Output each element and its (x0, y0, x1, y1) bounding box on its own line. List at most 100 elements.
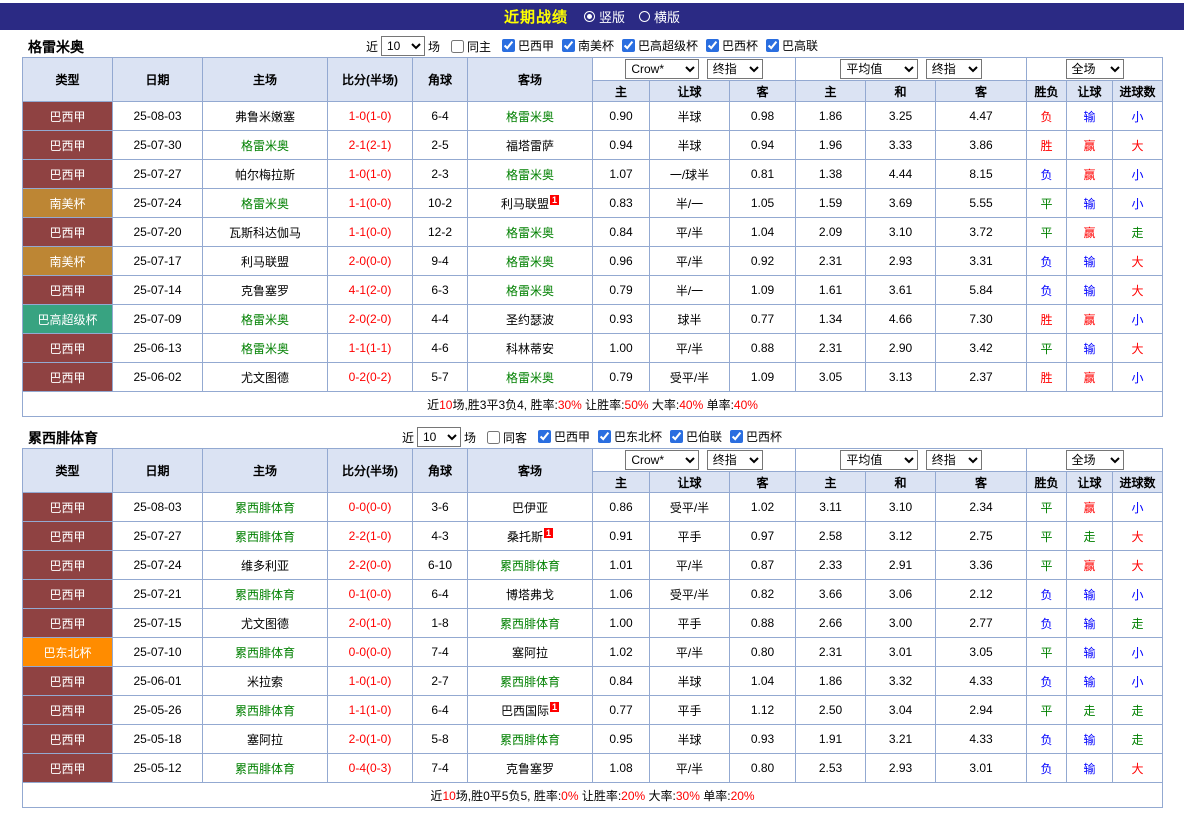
result-text: 赢 (1084, 501, 1096, 515)
date-cell: 25-07-17 (113, 247, 203, 276)
avg-home-cell: 2.66 (796, 609, 866, 638)
avg-time-select[interactable]: 终指 (926, 59, 982, 79)
result-cell: 平 (1027, 551, 1067, 580)
radio-horizontal-label: 横版 (654, 7, 680, 26)
league-checkbox[interactable] (730, 430, 743, 443)
league-cell: 巴西甲 (23, 725, 113, 754)
result-text: 输 (1084, 284, 1096, 298)
odds-handicap-cell: 受平/半 (650, 580, 730, 609)
league-checkbox[interactable] (670, 430, 683, 443)
home-team-cell: 格雷米奥 (203, 189, 328, 218)
near-label: 近 (402, 429, 414, 446)
goals-result-cell: 走 (1113, 725, 1163, 754)
team-text: 塞阿拉 (512, 646, 548, 660)
result-cell: 负 (1027, 754, 1067, 783)
odds-time-select[interactable]: 终指 (707, 450, 763, 470)
league-checkbox[interactable] (706, 39, 719, 52)
handicap-result-cell: 赢 (1067, 218, 1113, 247)
goals-result-cell: 小 (1113, 160, 1163, 189)
result-text: 输 (1084, 255, 1096, 269)
avg-source-select[interactable]: 平均值 (840, 450, 918, 470)
date-cell: 25-06-02 (113, 363, 203, 392)
date-cell: 25-07-14 (113, 276, 203, 305)
match-row: 巴西甲25-05-12累西腓体育0-4(0-3)7-4克鲁塞罗1.08平/半0.… (23, 754, 1163, 783)
league-checkbox[interactable] (598, 430, 611, 443)
same-side-checkbox[interactable] (451, 40, 464, 53)
avg-home-cell: 1.91 (796, 725, 866, 754)
team-text: 累西腓体育 (235, 704, 295, 718)
avg-draw-cell: 3.61 (866, 276, 936, 305)
scope-dropdown-group: 全场 (1027, 449, 1163, 472)
odds-away-cell: 1.09 (730, 363, 796, 392)
league-filter-label: 巴西杯 (722, 37, 758, 54)
odds-source-select[interactable]: Crow* (625, 59, 699, 79)
team-text: 格雷米奥 (506, 168, 554, 182)
match-row: 南美杯25-07-24格雷米奥1-1(0-0)10-2利马联盟10.83半/一1… (23, 189, 1163, 218)
summary-text: 近 (427, 398, 439, 412)
radio-vertical-icon[interactable] (584, 11, 595, 22)
match-count-select[interactable]: 10 (381, 36, 425, 56)
summary-text: 0% (561, 789, 578, 803)
avg-source-select[interactable]: 平均值 (840, 59, 918, 79)
league-checkbox[interactable] (538, 430, 551, 443)
league-filter-巴西甲[interactable]: 巴西甲 (494, 37, 554, 54)
avg-draw-cell: 2.93 (866, 754, 936, 783)
scope-select[interactable]: 全场 (1066, 59, 1124, 79)
odds-handicap-cell: 平/半 (650, 247, 730, 276)
layout-option-horizontal[interactable]: 横版 (639, 7, 680, 26)
section-header-recife: 累西腓体育 近 10 场 同客 巴西甲巴东北杯巴伯联巴西杯 (22, 426, 1162, 448)
result-cell: 负 (1027, 276, 1067, 305)
scope-select[interactable]: 全场 (1066, 450, 1124, 470)
match-row: 南美杯25-07-17利马联盟2-0(0-0)9-4格雷米奥0.96平/半0.9… (23, 247, 1163, 276)
handicap-result-cell: 赢 (1067, 305, 1113, 334)
layout-option-vertical[interactable]: 竖版 (584, 7, 625, 26)
home-team-cell: 帕尔梅拉斯 (203, 160, 328, 189)
avg-draw-cell: 3.32 (866, 667, 936, 696)
league-checkbox[interactable] (766, 39, 779, 52)
result-text: 走 (1132, 733, 1144, 747)
team-text: 累西腓体育 (235, 530, 295, 544)
league-filter-巴西杯[interactable]: 巴西杯 (698, 37, 758, 54)
league-filter-巴高联[interactable]: 巴高联 (758, 37, 818, 54)
match-row: 巴西甲25-06-13格雷米奥1-1(1-1)4-6科林蒂安1.00平/半0.8… (23, 334, 1163, 363)
goals-result-cell: 小 (1113, 667, 1163, 696)
summary-text: 大率: (649, 398, 680, 412)
same-side-label: 同主 (467, 38, 491, 55)
result-text: 走 (1132, 226, 1144, 240)
same-side-filter[interactable]: 同客 (479, 429, 527, 446)
odds-away-cell: 1.04 (730, 667, 796, 696)
odds-source-select[interactable]: Crow* (625, 450, 699, 470)
same-side-filter[interactable]: 同主 (443, 38, 491, 55)
league-filter-巴高超级杯[interactable]: 巴高超级杯 (614, 37, 698, 54)
league-filter-南美杯[interactable]: 南美杯 (554, 37, 614, 54)
match-count-select[interactable]: 10 (417, 427, 461, 447)
league-filter-巴西杯[interactable]: 巴西杯 (722, 428, 782, 445)
summary-text: 50% (625, 398, 649, 412)
goals-result-cell: 小 (1113, 580, 1163, 609)
odds-time-select[interactable]: 终指 (707, 59, 763, 79)
odds-home-cell: 1.00 (593, 334, 650, 363)
odds-away-cell: 0.81 (730, 160, 796, 189)
date-cell: 25-07-20 (113, 218, 203, 247)
league-checkbox[interactable] (502, 39, 515, 52)
col-handicap-result: 让球 (1067, 81, 1113, 102)
same-side-checkbox[interactable] (487, 431, 500, 444)
league-filter-巴伯联[interactable]: 巴伯联 (662, 428, 722, 445)
league-filter-巴西甲[interactable]: 巴西甲 (530, 428, 590, 445)
league-filter-巴东北杯[interactable]: 巴东北杯 (590, 428, 662, 445)
avg-draw-cell: 3.10 (866, 493, 936, 522)
games-label: 场 (464, 429, 476, 446)
radio-horizontal-icon[interactable] (639, 11, 650, 22)
avg-away-cell: 5.84 (936, 276, 1027, 305)
result-text: 平 (1041, 226, 1053, 240)
avg-draw-cell: 3.25 (866, 102, 936, 131)
avg-time-select[interactable]: 终指 (926, 450, 982, 470)
page-title: 近期战绩 (504, 6, 568, 27)
league-checkbox[interactable] (562, 39, 575, 52)
goals-result-cell: 小 (1113, 638, 1163, 667)
handicap-result-cell: 走 (1067, 522, 1113, 551)
avg-draw-cell: 3.21 (866, 725, 936, 754)
team-text: 累西腓体育 (235, 588, 295, 602)
result-text: 平 (1041, 342, 1053, 356)
league-checkbox[interactable] (622, 39, 635, 52)
